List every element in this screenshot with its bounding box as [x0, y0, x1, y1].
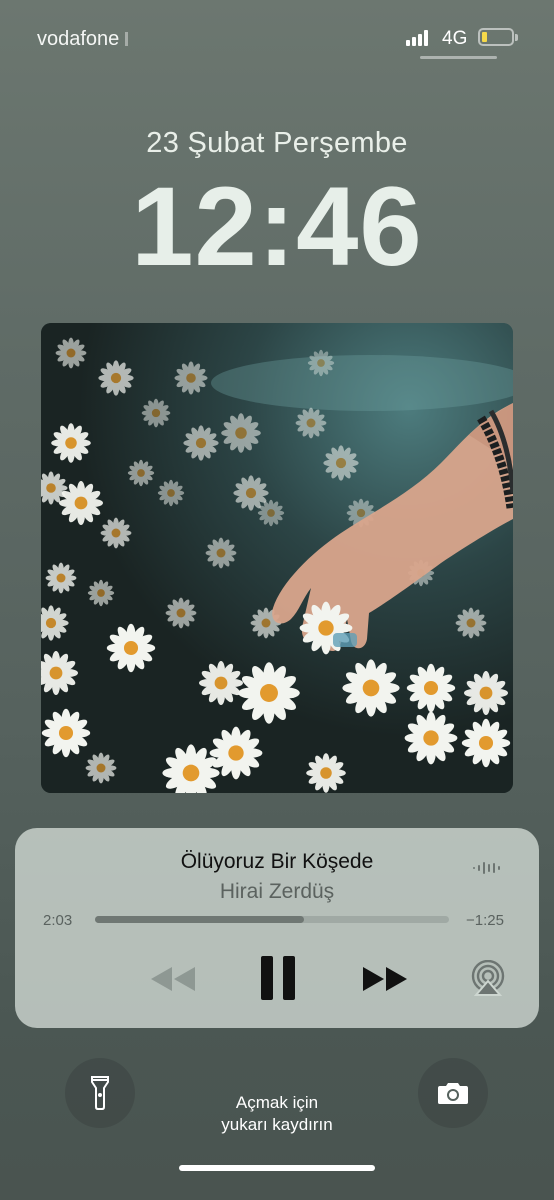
sim-indicator-icon: [125, 32, 129, 46]
home-indicator[interactable]: [179, 1165, 375, 1171]
playback-scrubber[interactable]: [95, 916, 449, 923]
rewind-icon[interactable]: [149, 966, 197, 992]
album-artwork: [41, 323, 513, 793]
elapsed-time: 2:03: [43, 912, 73, 929]
fast-forward-icon[interactable]: [361, 966, 409, 992]
playback-progress-fill: [95, 916, 304, 923]
waveform-icon: [473, 862, 500, 874]
network-type: 4G: [442, 28, 468, 49]
remaining-time: −1:25: [466, 912, 504, 929]
lock-date: 23 Şubat Perşembe: [146, 127, 408, 159]
signal-strength-icon: [406, 30, 432, 46]
pause-icon[interactable]: [261, 956, 295, 1000]
control-center-grabber[interactable]: [420, 56, 497, 59]
airplay-icon[interactable]: [470, 960, 506, 996]
artwork-image: [41, 323, 513, 793]
camera-icon: [438, 1083, 468, 1104]
status-bar: vodafone 4G: [0, 0, 554, 70]
battery-icon: [478, 28, 518, 46]
battery-level: [482, 32, 487, 42]
song-title[interactable]: Ölüyoruz Bir Köşede: [15, 850, 539, 874]
lock-time: 12:46: [131, 164, 423, 289]
now-playing-widget[interactable]: Ölüyoruz Bir Köşede Hirai Zerdüş 2:03 −1…: [15, 828, 539, 1028]
camera-button[interactable]: [418, 1058, 488, 1128]
song-artist[interactable]: Hirai Zerdüş: [15, 880, 539, 904]
carrier-name: vodafone: [37, 28, 129, 51]
